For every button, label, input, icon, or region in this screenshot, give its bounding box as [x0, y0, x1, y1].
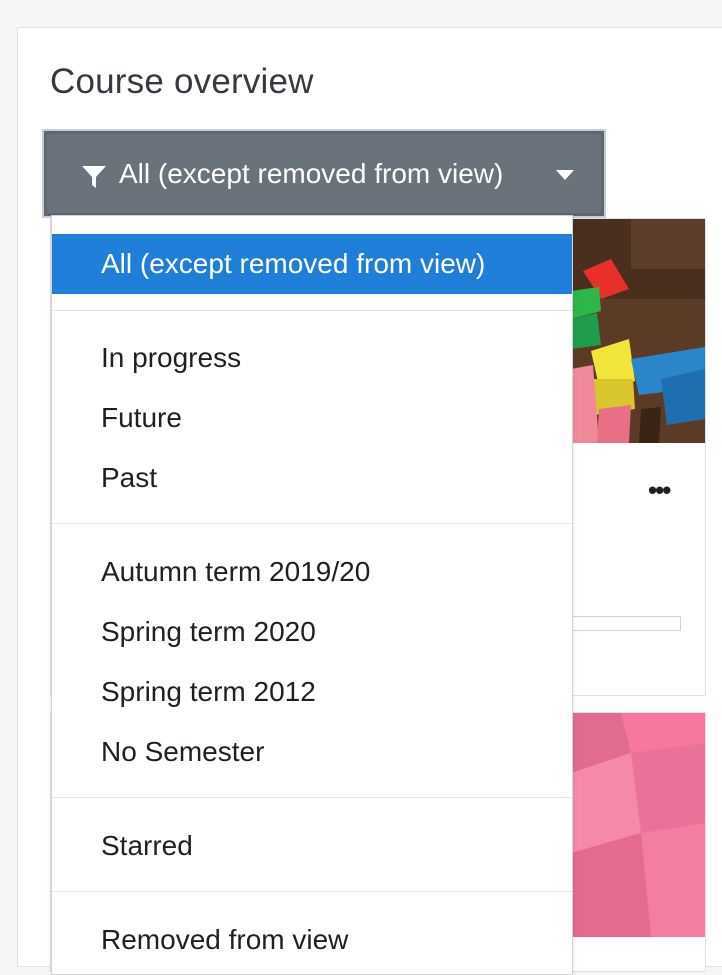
- dropdown-divider: [52, 797, 572, 798]
- dropdown-item-in-progress[interactable]: In progress: [52, 328, 572, 388]
- dropdown-item-past[interactable]: Past: [52, 448, 572, 508]
- dropdown-divider: [52, 310, 572, 311]
- course-image-pattern: [571, 713, 705, 937]
- filter-dropdown-menu: All (except removed from view) In progre…: [51, 215, 573, 975]
- filter-dropdown-button[interactable]: All (except removed from view): [44, 131, 604, 216]
- dropdown-divider: [52, 891, 572, 892]
- dropdown-item-future[interactable]: Future: [52, 388, 572, 448]
- course-image-blocks: [571, 219, 705, 443]
- dropdown-item-spring-term-2012[interactable]: Spring term 2012: [52, 662, 572, 722]
- dropdown-item-autumn-term-2019-20[interactable]: Autumn term 2019/20: [52, 542, 572, 602]
- dropdown-item-all[interactable]: All (except removed from view): [52, 234, 572, 294]
- course-image[interactable]: [571, 713, 705, 937]
- course-actions-more-icon[interactable]: •••: [648, 477, 671, 503]
- course-progress-bar: [571, 616, 681, 631]
- dropdown-divider: [52, 523, 572, 524]
- course-image[interactable]: [571, 219, 705, 443]
- dropdown-item-starred[interactable]: Starred: [52, 816, 572, 876]
- filter-funnel-icon: [81, 164, 107, 190]
- filter-selected-label: All (except removed from view): [119, 158, 504, 189]
- caret-down-icon: [556, 170, 574, 180]
- block-title: Course overview: [50, 62, 314, 101]
- dropdown-item-removed-from-view[interactable]: Removed from view: [52, 910, 572, 970]
- dropdown-item-spring-term-2020[interactable]: Spring term 2020: [52, 602, 572, 662]
- dropdown-item-no-semester[interactable]: No Semester: [52, 722, 572, 782]
